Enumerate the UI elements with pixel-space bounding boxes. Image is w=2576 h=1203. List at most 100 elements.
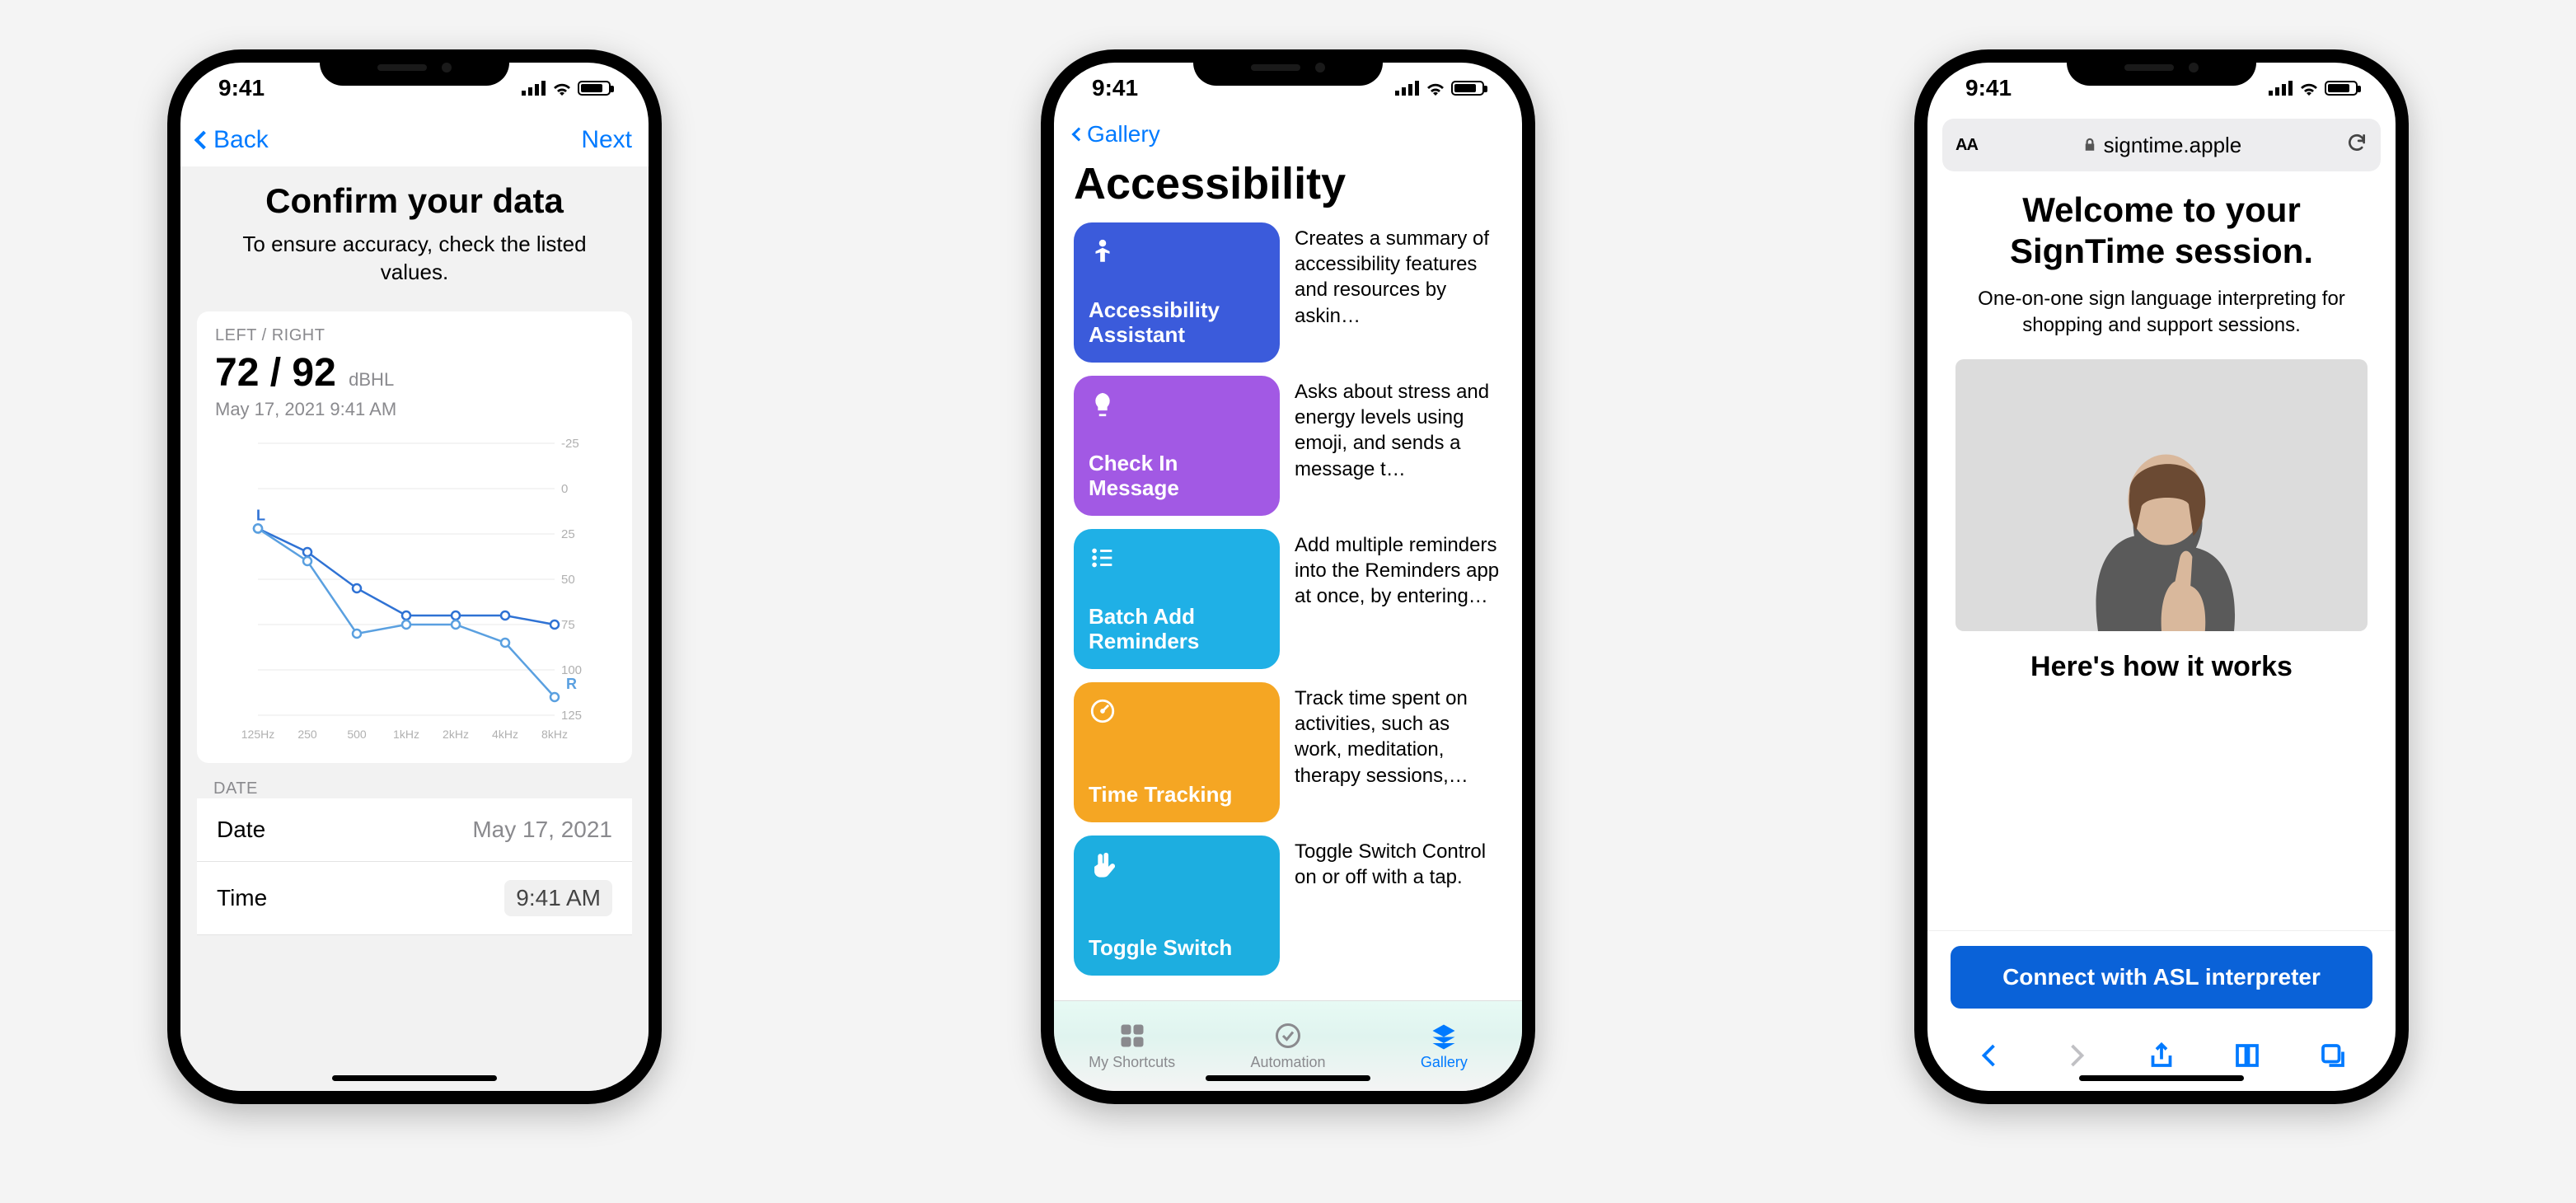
shortcut-description: Creates a summary of accessibility featu…	[1295, 222, 1502, 363]
shortcut-tile[interactable]: Time Tracking	[1074, 682, 1280, 822]
hand-icon	[1089, 850, 1117, 878]
notch	[320, 49, 509, 86]
bulb-icon	[1089, 391, 1117, 419]
notch	[2067, 49, 2256, 86]
home-indicator[interactable]	[1206, 1075, 1370, 1081]
person-icon	[1089, 237, 1117, 265]
row-key: Date	[217, 817, 472, 843]
status-time: 9:41	[1965, 75, 2012, 101]
chevron-left-icon	[1072, 128, 1086, 142]
shortcut-title: Toggle Switch	[1089, 936, 1265, 961]
svg-text:500: 500	[347, 728, 367, 741]
audiogram-chart: -250255075100125125Hz2505001kHz2kHz4kHz8…	[215, 435, 614, 748]
phone-health: 9:41 Back Next Confirm your data To ensu…	[167, 49, 662, 1104]
check-icon	[1273, 1021, 1303, 1051]
next-button[interactable]: Next	[581, 126, 632, 154]
shortcut-description: Asks about stress and energy levels usin…	[1295, 376, 1502, 516]
phone-safari: 9:41 AA signtime.apple Welcome to your S…	[1914, 49, 2409, 1104]
shortcut-tile[interactable]: Toggle Switch	[1074, 836, 1280, 976]
wifi-icon	[1425, 81, 1446, 96]
row-key: Time	[217, 885, 504, 911]
svg-text:4kHz: 4kHz	[492, 728, 518, 741]
svg-text:0: 0	[561, 482, 568, 496]
nav-bar: Back Next	[180, 114, 649, 166]
phone-shortcuts: 9:41 Gallery Accessibility Accessibility…	[1041, 49, 1535, 1104]
url-text: signtime.apple	[2104, 133, 2242, 158]
metric-value: 72 / 92 dBHL	[215, 350, 614, 396]
gauge-icon	[1089, 697, 1117, 725]
tab-my-shortcuts[interactable]: My Shortcuts	[1054, 1001, 1210, 1091]
shortcut-description: Add multiple reminders into the Reminder…	[1295, 529, 1502, 669]
reload-button[interactable]	[2346, 132, 2368, 159]
battery-icon	[1451, 81, 1484, 96]
svg-text:-25: -25	[561, 437, 579, 451]
page-subtitle: One-on-one sign language interpreting fo…	[1960, 286, 2363, 339]
tab-label: Automation	[1250, 1054, 1325, 1071]
shortcut-description: Track time spent on activities, such as …	[1295, 682, 1502, 822]
stack-icon	[1429, 1021, 1459, 1051]
tab-gallery[interactable]: Gallery	[1366, 1001, 1522, 1091]
page-title: Accessibility	[1074, 158, 1502, 209]
lock-icon	[2082, 138, 2097, 152]
shortcut-tile[interactable]: Accessibility Assistant	[1074, 222, 1280, 363]
shortcut-title: Time Tracking	[1089, 783, 1265, 807]
shortcut-title: Check In Message	[1089, 452, 1265, 501]
svg-text:L: L	[256, 507, 265, 523]
table-row[interactable]: Date May 17, 2021	[197, 798, 632, 862]
row-value: May 17, 2021	[472, 817, 612, 843]
page-title: Confirm your data	[180, 181, 649, 221]
svg-text:25: 25	[561, 527, 575, 541]
metric-label: LEFT / RIGHT	[215, 326, 614, 345]
share-button[interactable]	[2147, 1041, 2176, 1074]
how-it-works-heading: Here's how it works	[1927, 651, 2396, 683]
svg-text:125: 125	[561, 709, 582, 723]
battery-icon	[2325, 81, 2358, 96]
tab-label: My Shortcuts	[1089, 1054, 1175, 1071]
section-label: DATE	[213, 779, 649, 798]
address-bar[interactable]: AA signtime.apple	[1942, 119, 2381, 171]
home-indicator[interactable]	[332, 1075, 497, 1081]
status-time: 9:41	[218, 75, 265, 101]
shortcut-tile[interactable]: Batch Add Reminders	[1074, 529, 1280, 669]
wifi-icon	[551, 81, 573, 96]
svg-text:1kHz: 1kHz	[393, 728, 419, 741]
svg-text:75: 75	[561, 618, 575, 632]
status-time: 9:41	[1092, 75, 1138, 101]
battery-icon	[578, 81, 611, 96]
svg-text:250: 250	[297, 728, 317, 741]
row-value: 9:41 AM	[504, 880, 612, 916]
nav-back-button[interactable]	[1975, 1041, 2005, 1074]
tab-label: Gallery	[1421, 1054, 1468, 1071]
svg-text:8kHz: 8kHz	[541, 728, 568, 741]
chevron-left-icon	[194, 131, 213, 150]
table-row[interactable]: Time 9:41 AM	[197, 862, 632, 935]
breadcrumb-label: Gallery	[1087, 121, 1160, 147]
svg-text:125Hz: 125Hz	[241, 728, 274, 741]
signal-icon	[1395, 81, 1420, 96]
audiogram-card: LEFT / RIGHT 72 / 92 dBHL May 17, 2021 9…	[197, 311, 632, 763]
wifi-icon	[2298, 81, 2320, 96]
shortcut-title: Accessibility Assistant	[1089, 298, 1265, 348]
page-subtitle: To ensure accuracy, check the listed val…	[241, 231, 588, 287]
tabs-button[interactable]	[2318, 1041, 2348, 1074]
shortcut-title: Batch Add Reminders	[1089, 605, 1265, 654]
signal-icon	[522, 81, 546, 96]
page-heading: Welcome to your SignTime session.	[1960, 190, 2363, 273]
nav-forward-button	[2061, 1041, 2091, 1074]
interpreter-image	[1955, 359, 2368, 631]
grid-icon	[1117, 1021, 1147, 1051]
svg-text:2kHz: 2kHz	[443, 728, 469, 741]
home-indicator[interactable]	[2079, 1075, 2244, 1081]
breadcrumb[interactable]: Gallery	[1074, 114, 1502, 155]
list-icon	[1089, 544, 1117, 572]
signal-icon	[2269, 81, 2293, 96]
bookmarks-button[interactable]	[2232, 1041, 2262, 1074]
shortcut-tile[interactable]: Check In Message	[1074, 376, 1280, 516]
back-button[interactable]: Back	[197, 126, 269, 154]
back-label: Back	[213, 126, 269, 154]
connect-button[interactable]: Connect with ASL interpreter	[1951, 946, 2372, 1009]
notch	[1193, 49, 1383, 86]
text-size-button[interactable]: AA	[1955, 136, 1978, 155]
svg-text:50: 50	[561, 573, 575, 587]
shortcut-description: Toggle Switch Control on or off with a t…	[1295, 836, 1502, 976]
